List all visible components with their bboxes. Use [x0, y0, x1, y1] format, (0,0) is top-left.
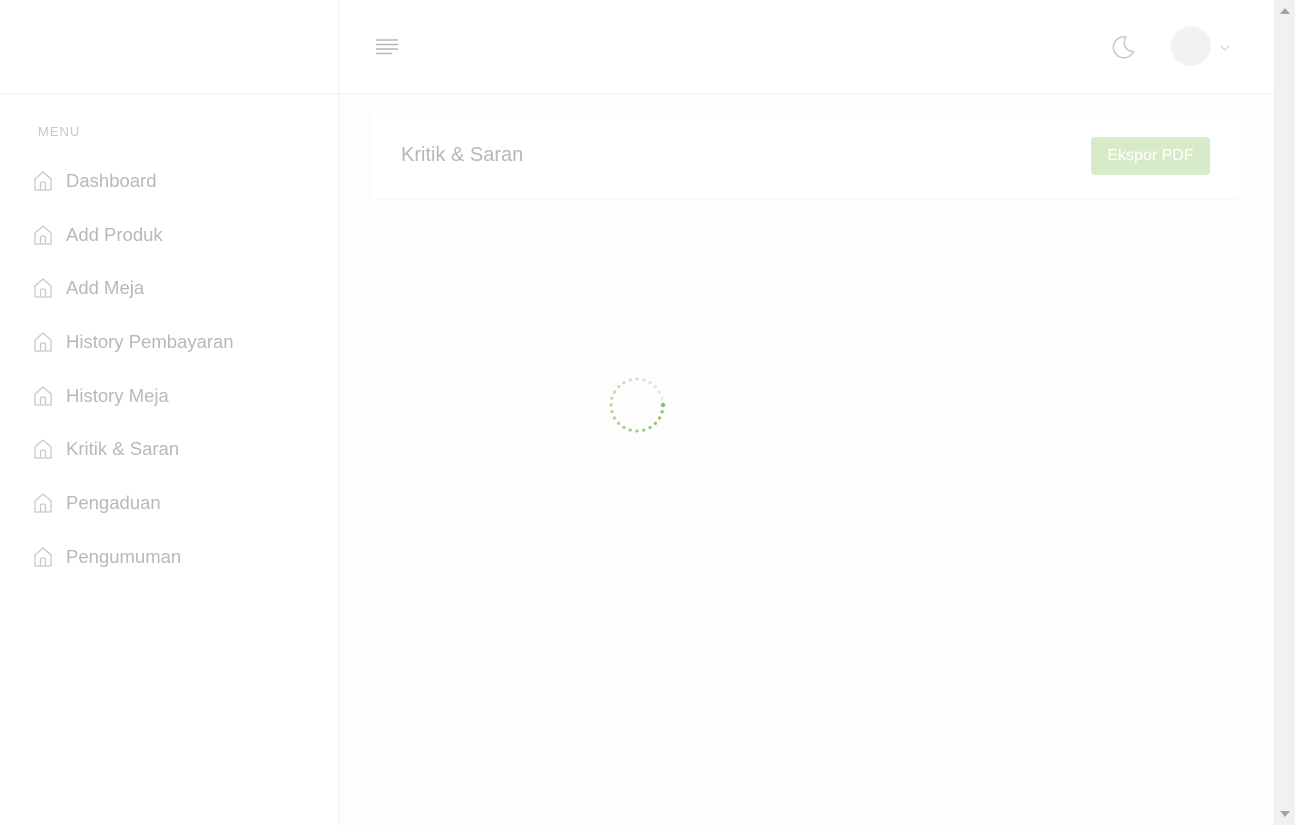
sidebar-item-kritik-saran[interactable]: Kritik & Saran — [0, 422, 338, 476]
sidebar-item-add-produk[interactable]: Add Produk — [0, 208, 338, 262]
sidebar-item-label: Pengaduan — [66, 491, 161, 513]
sidebar: MENU Dashboard Add Produk Add Meja Histo… — [0, 0, 339, 825]
sidebar-item-label: Pengumuman — [66, 545, 182, 567]
spinner-dot — [648, 380, 652, 385]
home-icon — [32, 170, 54, 192]
home-icon — [32, 546, 54, 568]
hamburger-icon[interactable] — [375, 37, 399, 57]
spinner-dot — [617, 385, 621, 389]
spinner-dot — [657, 416, 662, 420]
page-header-card: Kritik & Saran Ekspor PDF — [371, 113, 1240, 199]
spinner-dot — [612, 416, 617, 420]
home-icon — [32, 331, 54, 353]
spinner-dot — [622, 380, 626, 385]
spinner-dot — [660, 396, 664, 400]
spinner-dot — [642, 428, 646, 432]
export-pdf-button[interactable]: Ekspor PDF — [1091, 137, 1210, 175]
spinner-dot — [612, 390, 617, 394]
spinner-dot — [617, 421, 621, 425]
moon-icon[interactable] — [1109, 33, 1137, 61]
spinner-dot — [635, 429, 639, 433]
spinner-dot — [660, 402, 666, 408]
chevron-down-icon[interactable] — [1219, 40, 1231, 51]
spinner-dot — [609, 403, 613, 407]
spinner-dot — [653, 421, 657, 425]
sidebar-item-label: Dashboard — [66, 169, 157, 191]
top-header — [339, 0, 1274, 94]
scroll-up-arrow-icon[interactable] — [1280, 8, 1290, 14]
scroll-down-arrow-icon[interactable] — [1280, 811, 1290, 817]
sidebar-item-label: Kritik & Saran — [66, 438, 180, 460]
sidebar-item-label: Add Meja — [66, 277, 145, 299]
sidebar-item-history-meja[interactable]: History Meja — [0, 369, 338, 423]
spinner-dot — [635, 377, 639, 381]
spinner-dot — [610, 396, 614, 400]
home-icon — [32, 438, 54, 460]
home-icon — [32, 385, 54, 407]
spinner-dot — [610, 410, 614, 414]
sidebar-item-dashboard[interactable]: Dashboard — [0, 154, 338, 208]
avatar[interactable] — [1171, 26, 1211, 66]
scrollbar[interactable] — [1274, 0, 1295, 825]
loading-spinner — [607, 375, 667, 435]
spinner-dot — [653, 385, 657, 389]
sidebar-item-add-meja[interactable]: Add Meja — [0, 261, 338, 315]
sidebar-item-pengumuman[interactable]: Pengumuman — [0, 530, 338, 584]
sidebar-item-label: History Meja — [66, 384, 169, 406]
app-root: MENU Dashboard Add Produk Add Meja Histo… — [0, 0, 1274, 825]
page-title: Kritik & Saran — [401, 144, 524, 166]
sidebar-nav: Dashboard Add Produk Add Meja History Pe… — [0, 154, 338, 584]
sidebar-item-label: History Pembayaran — [66, 330, 234, 352]
menu-title: MENU — [38, 124, 81, 139]
home-icon — [32, 277, 54, 299]
spinner-dot — [660, 410, 664, 414]
spinner-icon — [609, 377, 666, 433]
spinner-dot — [622, 425, 626, 430]
spinner-dot — [628, 428, 632, 432]
spinner-dot — [642, 378, 646, 382]
home-icon — [32, 224, 54, 246]
spinner-dot — [657, 390, 662, 394]
spinner-dot — [648, 425, 652, 430]
home-icon — [32, 492, 54, 514]
sidebar-item-label: Add Produk — [66, 223, 163, 245]
sidebar-item-history-pembayaran[interactable]: History Pembayaran — [0, 315, 338, 369]
spinner-dot — [628, 378, 632, 382]
logo-area — [0, 0, 338, 94]
sidebar-item-pengaduan[interactable]: Pengaduan — [0, 476, 338, 530]
